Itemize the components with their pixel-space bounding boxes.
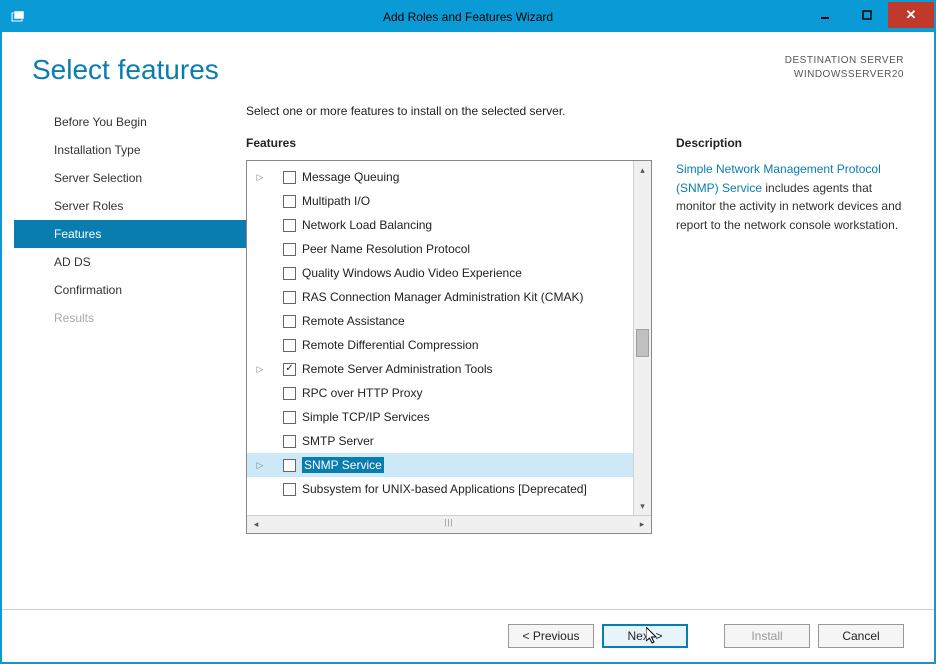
expand-icon[interactable]: ▷	[253, 364, 267, 375]
feature-checkbox[interactable]	[283, 339, 296, 352]
feature-row[interactable]: ▷ ✓ Remote Server Administration Tools	[247, 357, 633, 381]
vertical-scrollbar[interactable]: ▴ ▾	[633, 161, 651, 515]
horizontal-scrollbar[interactable]: ◂ ||| ▸	[247, 515, 651, 533]
titlebar: Add Roles and Features Wizard ✕	[2, 2, 934, 32]
feature-row[interactable]: ▷ Message Queuing	[247, 165, 633, 189]
feature-label: Subsystem for UNIX-based Applications [D…	[302, 482, 587, 496]
feature-label: SMTP Server	[302, 434, 374, 448]
nav-server-roles[interactable]: Server Roles	[14, 192, 246, 220]
wizard-nav: Before You Begin Installation Type Serve…	[14, 104, 246, 609]
wizard-window: Add Roles and Features Wizard ✕ Select f…	[0, 0, 936, 664]
feature-row[interactable]: ▷ SNMP Service	[247, 453, 633, 477]
feature-label: Remote Differential Compression	[302, 338, 479, 352]
content-area: Select features DESTINATION SERVER WINDO…	[2, 32, 934, 662]
destination-block: DESTINATION SERVER WINDOWSSERVER20	[785, 54, 904, 82]
feature-checkbox[interactable]	[283, 195, 296, 208]
feature-label: Peer Name Resolution Protocol	[302, 242, 470, 256]
main-column: Select one or more features to install o…	[246, 104, 904, 609]
feature-row[interactable]: ▷Remote Differential Compression	[247, 333, 633, 357]
feature-checkbox[interactable]	[283, 219, 296, 232]
feature-label: SNMP Service	[302, 457, 384, 473]
feature-row[interactable]: ▷Simple TCP/IP Services	[247, 405, 633, 429]
nav-results: Results	[14, 304, 246, 332]
next-button[interactable]: Next >	[602, 624, 688, 648]
feature-checkbox[interactable]	[283, 387, 296, 400]
feature-row[interactable]: ▷RPC over HTTP Proxy	[247, 381, 633, 405]
feature-checkbox[interactable]	[283, 315, 296, 328]
scroll-up-button[interactable]: ▴	[634, 161, 651, 179]
feature-checkbox[interactable]	[283, 411, 296, 424]
feature-checkbox[interactable]: ✓	[283, 363, 296, 376]
nav-installation-type[interactable]: Installation Type	[14, 136, 246, 164]
scroll-left-button[interactable]: ◂	[247, 516, 265, 533]
nav-ad-ds[interactable]: AD DS	[14, 248, 246, 276]
instruction-text: Select one or more features to install o…	[246, 104, 904, 118]
previous-button[interactable]: < Previous	[508, 624, 594, 648]
header-row: Select features DESTINATION SERVER WINDO…	[2, 54, 934, 86]
page-title: Select features	[32, 54, 219, 86]
feature-label: Multipath I/O	[302, 194, 370, 208]
close-button[interactable]: ✕	[888, 2, 934, 28]
maximize-button[interactable]	[846, 2, 888, 28]
app-icon	[8, 7, 28, 27]
feature-label: Simple TCP/IP Services	[302, 410, 430, 424]
nav-confirmation[interactable]: Confirmation	[14, 276, 246, 304]
features-label: Features	[246, 136, 652, 150]
wizard-footer: < Previous Next > Install Cancel	[2, 609, 934, 662]
feature-label: Message Queuing	[302, 170, 399, 184]
feature-label: Remote Assistance	[302, 314, 405, 328]
scroll-right-button[interactable]: ▸	[633, 516, 651, 533]
feature-checkbox[interactable]	[283, 483, 296, 496]
cancel-button[interactable]: Cancel	[818, 624, 904, 648]
install-button: Install	[724, 624, 810, 648]
feature-row[interactable]: ▷Multipath I/O	[247, 189, 633, 213]
feature-row[interactable]: ▷Remote Assistance	[247, 309, 633, 333]
feature-label: RPC over HTTP Proxy	[302, 386, 422, 400]
minimize-button[interactable]	[804, 2, 846, 28]
scroll-track[interactable]	[634, 179, 651, 497]
feature-label: Network Load Balancing	[302, 218, 432, 232]
feature-checkbox[interactable]	[283, 171, 296, 184]
feature-checkbox[interactable]	[283, 435, 296, 448]
feature-checkbox[interactable]	[283, 267, 296, 280]
description-panel: Description Simple Network Management Pr…	[676, 136, 904, 609]
nav-features[interactable]: Features	[14, 220, 246, 248]
feature-checkbox[interactable]	[283, 243, 296, 256]
nav-before-you-begin[interactable]: Before You Begin	[14, 108, 246, 136]
feature-desc-row: Features ▷Message Queuing▷Multipath I/O▷…	[246, 136, 904, 609]
feature-label: RAS Connection Manager Administration Ki…	[302, 290, 583, 304]
window-controls: ✕	[804, 2, 934, 32]
feature-row[interactable]: ▷SMTP Server	[247, 429, 633, 453]
feature-label: Remote Server Administration Tools	[302, 362, 493, 376]
expand-icon[interactable]: ▷	[253, 172, 267, 183]
feature-checkbox[interactable]	[283, 291, 296, 304]
feature-checkbox[interactable]	[283, 459, 296, 472]
window-title: Add Roles and Features Wizard	[2, 10, 934, 24]
feature-row[interactable]: ▷Network Load Balancing	[247, 213, 633, 237]
scroll-down-button[interactable]: ▾	[634, 497, 651, 515]
nav-server-selection[interactable]: Server Selection	[14, 164, 246, 192]
features-listbox: ▷Message Queuing▷Multipath I/O▷Network L…	[246, 160, 652, 534]
features-panel: Features ▷Message Queuing▷Multipath I/O▷…	[246, 136, 652, 609]
description-label: Description	[676, 136, 904, 150]
feature-row[interactable]: ▷Subsystem for UNIX-based Applications […	[247, 477, 633, 501]
features-list[interactable]: ▷Message Queuing▷Multipath I/O▷Network L…	[247, 161, 633, 515]
destination-label: DESTINATION SERVER	[785, 54, 904, 68]
feature-row[interactable]: ▷RAS Connection Manager Administration K…	[247, 285, 633, 309]
feature-label: Quality Windows Audio Video Experience	[302, 266, 522, 280]
expand-icon[interactable]: ▷	[253, 460, 267, 471]
cursor-icon	[646, 627, 662, 647]
hscroll-grip-icon: |||	[440, 518, 458, 527]
destination-server: WINDOWSSERVER20	[785, 68, 904, 82]
feature-row[interactable]: ▷Quality Windows Audio Video Experience	[247, 261, 633, 285]
feature-row[interactable]: ▷Peer Name Resolution Protocol	[247, 237, 633, 261]
description-text: Simple Network Management Protocol (SNMP…	[676, 160, 904, 234]
scroll-thumb[interactable]	[636, 329, 649, 357]
body-row: Before You Begin Installation Type Serve…	[2, 86, 934, 609]
hscroll-track[interactable]: |||	[265, 516, 633, 533]
